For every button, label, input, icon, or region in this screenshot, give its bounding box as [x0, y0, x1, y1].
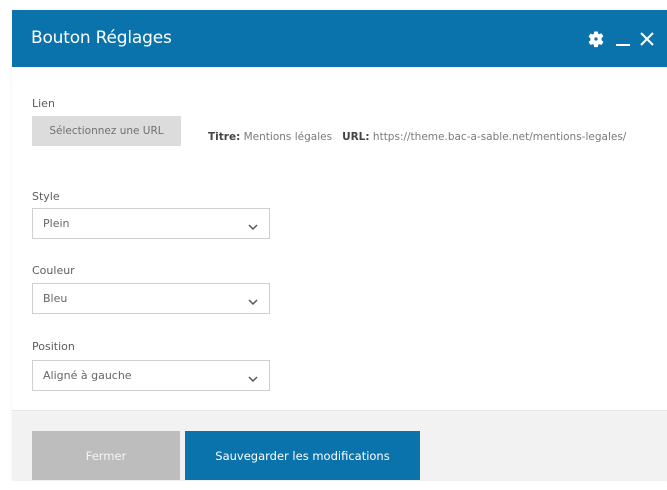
chevron-down-icon: [247, 218, 259, 231]
save-button[interactable]: Sauvegarder les modifications: [185, 431, 420, 480]
url-label: URL:: [342, 131, 370, 143]
title-label: Titre:: [208, 131, 241, 143]
style-label: Style: [32, 190, 60, 203]
style-select-value: Plein: [43, 217, 70, 230]
link-info: Titre: Mentions légales URL: https://the…: [32, 124, 652, 150]
title-value: Mentions légales: [243, 131, 333, 143]
dialog-title: Bouton Réglages: [31, 28, 172, 48]
dialog-footer: Fermer Sauvegarder les modifications: [12, 410, 667, 481]
link-label: Lien: [32, 97, 55, 110]
color-label: Couleur: [32, 264, 75, 277]
position-label: Position: [32, 340, 75, 353]
position-select-value: Aligné à gauche: [43, 369, 132, 382]
position-select[interactable]: Aligné à gauche: [32, 360, 270, 391]
dialog-body: Lien Sélectionnez une URL Titre: Mention…: [12, 67, 667, 410]
settings-dialog: Bouton Réglages Lien Sélectionnez une UR…: [12, 10, 667, 481]
color-select[interactable]: Bleu: [32, 283, 270, 314]
minimize-icon[interactable]: [613, 28, 633, 50]
dialog-titlebar: Bouton Réglages: [12, 10, 667, 67]
url-value: https://theme.bac-a-sable.net/mentions-l…: [372, 131, 627, 143]
style-select[interactable]: Plein: [32, 208, 270, 239]
close-icon[interactable]: [637, 28, 657, 50]
close-button[interactable]: Fermer: [32, 431, 180, 480]
chevron-down-icon: [247, 293, 259, 306]
color-select-value: Bleu: [43, 292, 68, 305]
gear-icon[interactable]: [585, 28, 607, 50]
chevron-down-icon: [247, 370, 259, 383]
titlebar-controls: [585, 28, 657, 50]
